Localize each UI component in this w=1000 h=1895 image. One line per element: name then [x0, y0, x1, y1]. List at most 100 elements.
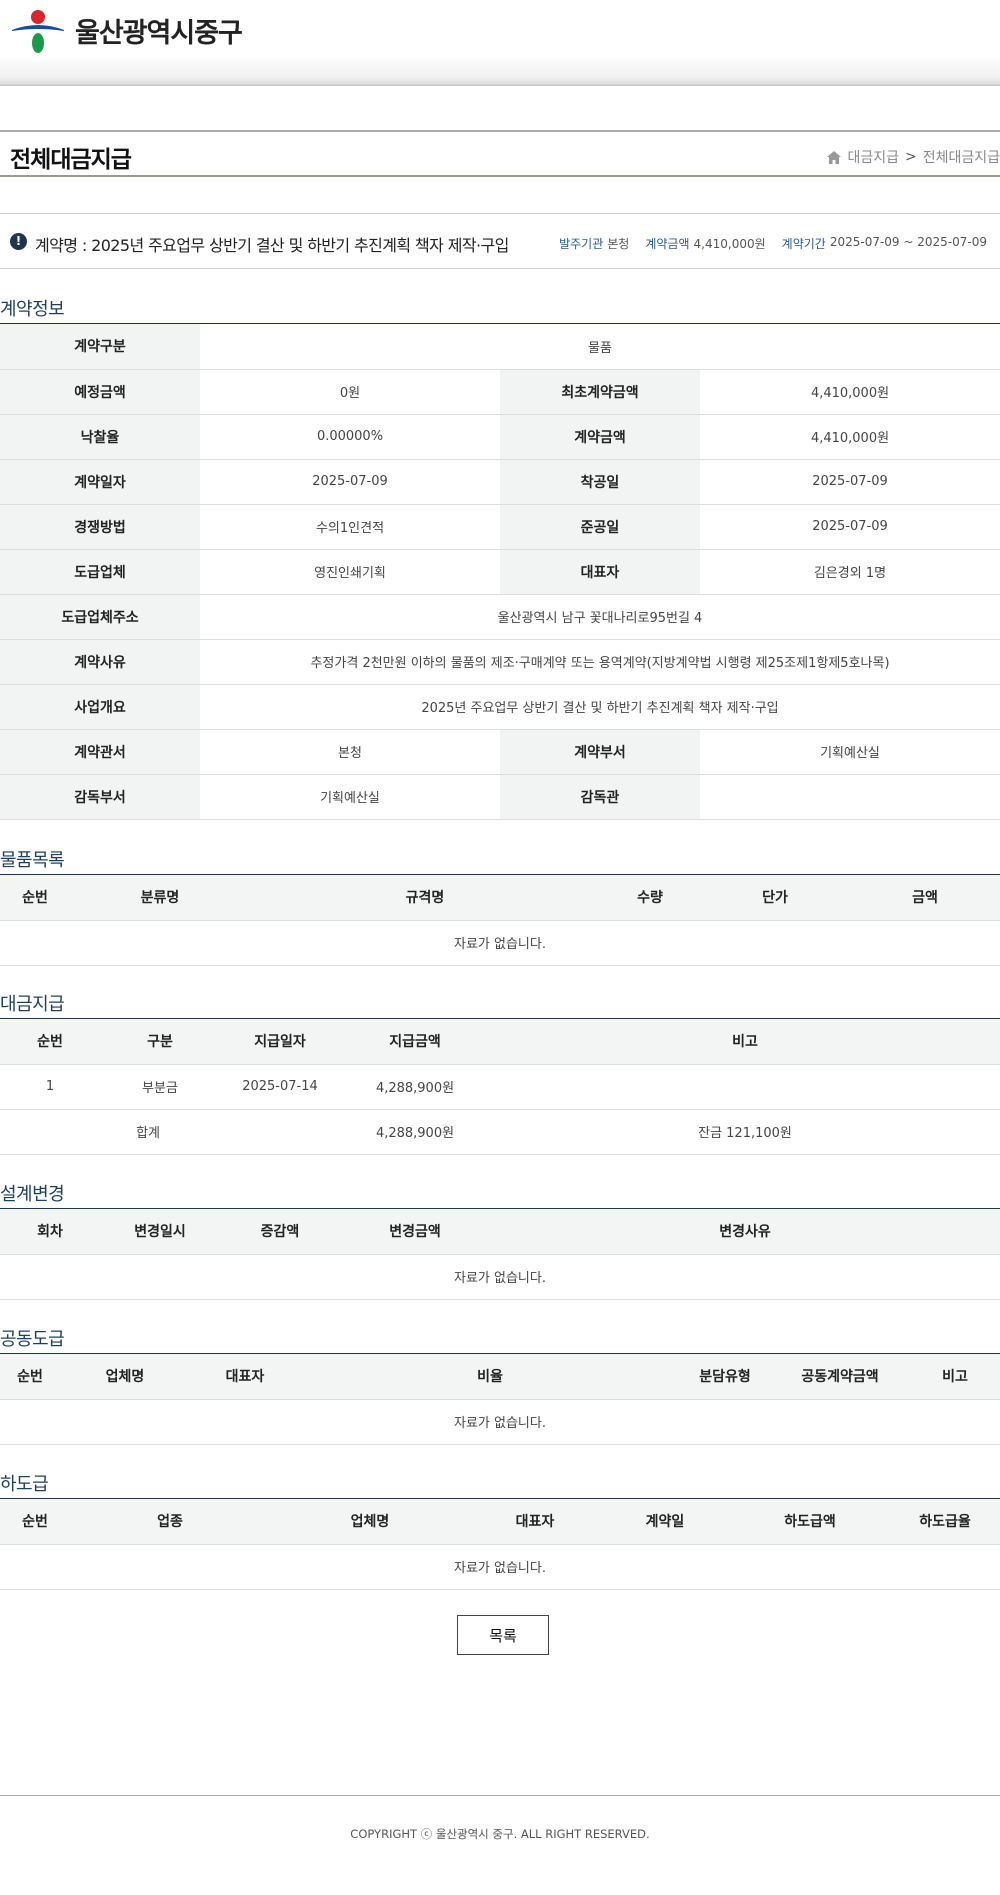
- empty-message: 자료가 없습니다.: [0, 1254, 1000, 1300]
- info-label: 계약관서: [0, 729, 200, 775]
- info-row: 계약사유 추정가격 2천만원 이하의 물품의 제조·구매계약 또는 용역계약(지방…: [0, 639, 1000, 685]
- contract-meta: 발주기관 본청 계약금액 4,410,000원 계약기간 2025-07-09 …: [559, 235, 987, 252]
- page-title: 전체대금지급: [10, 147, 132, 173]
- site-header: 울산광역시중구: [0, 0, 1000, 86]
- info-row: 계약일자 2025-07-09 착공일 2025-07-09: [0, 459, 1000, 505]
- table-row-empty: 자료가 없습니다.: [0, 1254, 1000, 1300]
- info-value: 기획예산실: [200, 774, 500, 820]
- info-label: 감독부서: [0, 774, 200, 820]
- design-change-table: 회차 변경일시 증감액 변경금액 변경사유 자료가 없습니다.: [0, 1209, 1000, 1300]
- period-value: 2025-07-09 ~ 2025-07-09: [829, 235, 987, 249]
- column-header: 수량: [600, 875, 700, 921]
- contract-name: 계약명 : 2025년 주요업무 상반기 결산 및 하반기 추진계획 책자 제작…: [35, 236, 509, 255]
- payment-date: 2025-07-14: [220, 1064, 340, 1110]
- empty-message: 자료가 없습니다.: [0, 1399, 1000, 1445]
- info-row: 도급업체주소 울산광역시 남구 꽃대나리로95번길 4: [0, 594, 1000, 640]
- column-header: 변경사유: [490, 1209, 1000, 1255]
- info-value: 물품: [200, 324, 1000, 370]
- column-header: 업종: [70, 1499, 270, 1545]
- table-row-empty: 자료가 없습니다.: [0, 920, 1000, 966]
- column-header: 규격명: [250, 875, 600, 921]
- breadcrumb-item-payment[interactable]: 대금지급: [847, 147, 899, 167]
- info-value: 2025-07-09: [700, 459, 1000, 505]
- payment-no: 1: [0, 1064, 100, 1110]
- info-value: 4,410,000원: [700, 414, 1000, 460]
- column-header: 대표자: [190, 1354, 300, 1400]
- table-header-row: 순번 분류명 규격명 수량 단가 금액: [0, 875, 1000, 921]
- column-header: 구분: [100, 1019, 220, 1065]
- info-label: 계약구분: [0, 324, 200, 370]
- table-header-row: 순번 업체명 대표자 비율 분담유형 공동계약금액 비고: [0, 1354, 1000, 1400]
- payment-table: 순번 구분 지급일자 지급금액 비고 1 부분금 2025-07-14 4,288,90…: [0, 1019, 1000, 1155]
- column-header: 순번: [0, 1019, 100, 1065]
- info-label: 도급업체: [0, 549, 200, 595]
- column-header: 회차: [0, 1209, 100, 1255]
- table-header-row: 순번 구분 지급일자 지급금액 비고: [0, 1019, 1000, 1065]
- info-value: 2025년 주요업무 상반기 결산 및 하반기 추진계획 책자 제작·구입: [200, 684, 1000, 730]
- table-row-empty: 자료가 없습니다.: [0, 1399, 1000, 1445]
- site-footer: COPYRIGHT ⓒ 울산광역시 중구. ALL RIGHT RESERVED…: [0, 1795, 1000, 1895]
- column-header: 변경금액: [340, 1209, 490, 1255]
- amount-label: 계약금액: [645, 237, 690, 251]
- column-header: 비율: [300, 1354, 680, 1400]
- info-label: 도급업체주소: [0, 594, 200, 640]
- column-header: 순번: [0, 875, 70, 921]
- info-label: 대표자: [500, 549, 700, 595]
- column-header: 비고: [490, 1019, 1000, 1065]
- breadcrumb-separator: >: [904, 149, 917, 165]
- info-label: 착공일: [500, 459, 700, 505]
- info-label: 사업개요: [0, 684, 200, 730]
- payment-type: 부분금: [100, 1064, 220, 1110]
- info-label: 계약사유: [0, 639, 200, 685]
- site-name[interactable]: 울산광역시중구: [75, 11, 243, 50]
- info-label: 경쟁방법: [0, 504, 200, 550]
- info-row: 도급업체 영진인쇄기획 대표자 김은경외 1명: [0, 549, 1000, 595]
- table-header-row: 순번 업종 업체명 대표자 계약일 하도급액 하도급율: [0, 1499, 1000, 1545]
- total-amount: 4,288,900원: [340, 1109, 490, 1155]
- column-header: 지급일자: [220, 1019, 340, 1065]
- column-header: 지급금액: [340, 1019, 490, 1065]
- empty-message: 자료가 없습니다.: [0, 1544, 1000, 1590]
- column-header: 증감액: [220, 1209, 340, 1255]
- info-value: 김은경외 1명: [700, 549, 1000, 595]
- column-header: 대표자: [470, 1499, 600, 1545]
- table-row-empty: 자료가 없습니다.: [0, 1544, 1000, 1590]
- agency-value: 본청: [607, 237, 630, 251]
- empty-message: 자료가 없습니다.: [0, 920, 1000, 966]
- info-label: 준공일: [500, 504, 700, 550]
- section-title-contract-info: 계약정보: [0, 300, 1000, 324]
- column-header: 공동계약금액: [770, 1354, 910, 1400]
- column-header: 순번: [0, 1499, 70, 1545]
- payment-amount: 4,288,900원: [340, 1064, 490, 1110]
- table-row: 1 부분금 2025-07-14 4,288,900원: [0, 1064, 1000, 1110]
- table-header-row: 회차 변경일시 증감액 변경금액 변경사유: [0, 1209, 1000, 1255]
- subcontract-table: 순번 업종 업체명 대표자 계약일 하도급액 하도급율 자료가 없습니다.: [0, 1499, 1000, 1590]
- section-title-design-change: 설계변경: [0, 1185, 1000, 1209]
- column-header: 순번: [0, 1354, 60, 1400]
- info-label: 최초계약금액: [500, 369, 700, 415]
- column-header: 분담유형: [680, 1354, 770, 1400]
- list-button[interactable]: 목록: [457, 1615, 549, 1655]
- column-header: 하도급액: [730, 1499, 890, 1545]
- goods-table: 순번 분류명 규격명 수량 단가 금액 자료가 없습니다.: [0, 875, 1000, 966]
- info-label: 계약금액: [500, 414, 700, 460]
- info-value: 0원: [200, 369, 500, 415]
- amount-value: 4,410,000원: [693, 237, 766, 251]
- total-note: 잔금 121,100원: [490, 1109, 1000, 1155]
- info-row: 경쟁방법 수의1인견적 준공일 2025-07-09: [0, 504, 1000, 550]
- city-logo-icon[interactable]: [10, 8, 66, 54]
- column-header: 하도급율: [890, 1499, 1000, 1545]
- info-label: 계약일자: [0, 459, 200, 505]
- table-row-total: 합계 4,288,900원 잔금 121,100원: [0, 1109, 1000, 1155]
- info-value: 영진인쇄기획: [200, 549, 500, 595]
- info-label: 계약부서: [500, 729, 700, 775]
- home-icon[interactable]: [827, 150, 842, 164]
- column-header: 단가: [700, 875, 850, 921]
- info-value: 추정가격 2천만원 이하의 물품의 제조·구매계약 또는 용역계약(지방계약법 …: [200, 639, 1000, 685]
- info-row: 사업개요 2025년 주요업무 상반기 결산 및 하반기 추진계획 책자 제작·구…: [0, 684, 1000, 730]
- info-row: 낙찰율 0.00000% 계약금액 4,410,000원: [0, 414, 1000, 460]
- section-title-goods: 물품목록: [0, 851, 1000, 875]
- copyright-text: COPYRIGHT ⓒ 울산광역시 중구. ALL RIGHT RESERVED…: [350, 1827, 650, 1841]
- agency-label: 발주기관: [559, 237, 604, 251]
- info-value: 수의1인견적: [200, 504, 500, 550]
